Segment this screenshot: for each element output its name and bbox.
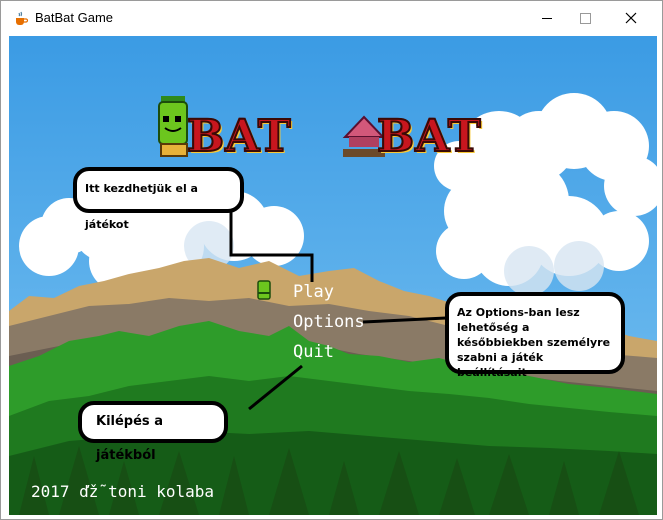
java-cup-icon (13, 11, 29, 27)
window-title: BatBat Game (35, 10, 114, 25)
menu-item-options[interactable]: Options (293, 312, 365, 332)
green-bat-icon (257, 280, 271, 300)
callout-options: Az Options-ban lesz lehetőség a későbbie… (445, 292, 625, 379)
game-canvas[interactable]: BAT BAT Play Options Quit Itt kezdhetjük… (9, 36, 657, 515)
game-window: BatBat Game BAT BAT Play Options Quit It… (0, 0, 663, 520)
logo-word-bat-2: BAT (376, 110, 482, 163)
minimize-icon (542, 18, 552, 19)
copyright-text: 2017 ďž˜toni kolaba (31, 482, 215, 501)
close-button[interactable] (608, 1, 654, 36)
logo-word-bat-1: BAT (186, 110, 292, 163)
callout-quit: Kilépés a játékból (78, 401, 228, 463)
menu-item-play[interactable]: Play (293, 282, 334, 302)
maximize-button[interactable] (562, 1, 608, 36)
menu-item-quit[interactable]: Quit (293, 342, 334, 362)
callout-play: Itt kezdhetjük el a játékot (73, 167, 244, 231)
title-bar[interactable]: BatBat Game (1, 1, 662, 36)
maximize-icon (579, 13, 591, 24)
close-icon (625, 9, 637, 28)
